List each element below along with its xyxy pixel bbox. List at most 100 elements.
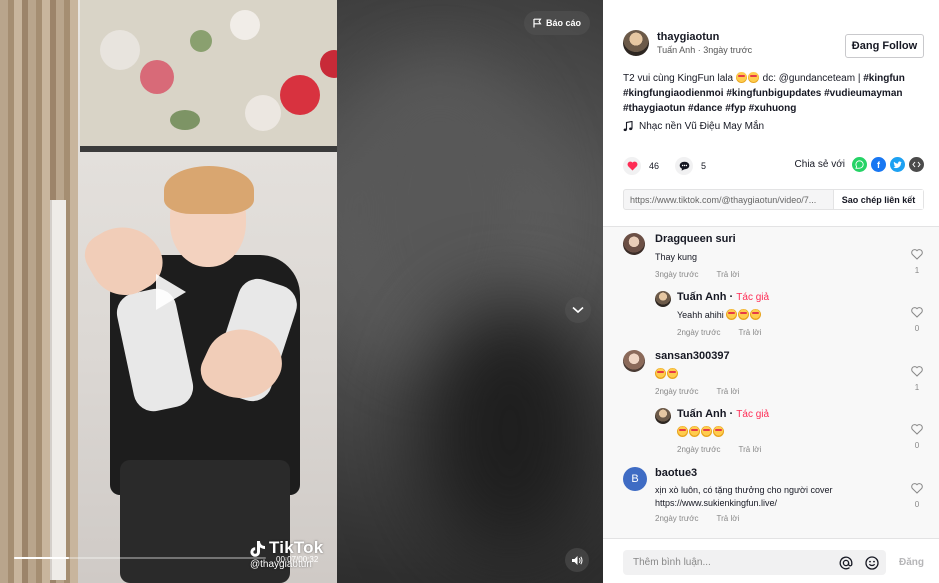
comment-time: 2ngày trước	[677, 445, 721, 454]
report-button[interactable]: Báo cáo	[524, 11, 590, 35]
tiktok-watermark: TikTok @thaygiaotun	[250, 538, 323, 570]
author-badge: Tác giả	[736, 292, 770, 303]
music-info[interactable]: Nhạc nền Vũ Điệu May Mắn	[623, 121, 764, 132]
reply-button[interactable]: Trả lời	[717, 514, 740, 523]
smile-icon[interactable]	[865, 556, 879, 570]
twitter-icon[interactable]	[890, 157, 905, 172]
smile-emoji-icon	[701, 426, 712, 437]
caption-text: T2 vui cùng KingFun lala	[623, 73, 734, 84]
comment-username[interactable]: Dragqueen suri	[655, 233, 739, 245]
reply-button[interactable]: Trả lời	[717, 387, 740, 396]
music-note-icon	[623, 121, 633, 132]
comment-username[interactable]: Tuấn Anh	[677, 291, 727, 303]
play-icon[interactable]	[150, 270, 190, 314]
hashtag-link[interactable]: #kingfunbigupdates	[726, 88, 821, 99]
avatar[interactable]	[623, 233, 645, 255]
comment-like-button[interactable]: 0	[909, 305, 925, 333]
wall-molding	[50, 200, 66, 580]
comment-like-count: 1	[914, 383, 920, 392]
reply-button[interactable]: Trả lời	[717, 270, 740, 279]
volume-button[interactable]	[565, 548, 589, 572]
avatar[interactable]	[655, 408, 671, 424]
author-info[interactable]: thaygiaotun Tuấn Anh · 3ngày trước	[623, 30, 752, 56]
following-button[interactable]: Đang Follow	[845, 34, 924, 58]
video-link-text[interactable]: https://www.tiktok.com/@thaygiaotun/vide…	[624, 190, 833, 209]
reply-button[interactable]: Trả lời	[739, 445, 762, 454]
smile-emoji-icon	[667, 368, 678, 379]
details-panel: thaygiaotun Tuấn Anh · 3ngày trước Đang …	[603, 0, 939, 583]
heart-outline-icon	[911, 366, 923, 377]
comment-like-button[interactable]: 1	[909, 247, 925, 275]
avatar[interactable]	[655, 291, 671, 307]
smile-emoji-icon	[735, 72, 747, 83]
author-username[interactable]: thaygiaotun	[657, 31, 752, 43]
hashtag-link[interactable]: #kingfungiaodienmoi	[623, 88, 724, 99]
caption-credit: dc: @gundanceteam |	[762, 73, 861, 84]
like-button[interactable]	[623, 157, 641, 175]
heart-outline-icon	[911, 307, 923, 318]
comment-button[interactable]	[675, 157, 694, 175]
at-icon[interactable]	[839, 556, 853, 570]
heart-outline-icon	[911, 249, 923, 260]
comment-text: Yeahh ahihi	[677, 310, 724, 320]
music-title: Nhạc nền Vũ Điệu May Mắn	[639, 121, 765, 132]
heart-outline-icon	[911, 424, 923, 435]
video-caption: T2 vui cùng KingFun lala dc: @gundancete…	[623, 71, 923, 116]
comment-list[interactable]: Dragqueen suri Thay kung 3ngày trước Trả …	[603, 226, 939, 538]
avatar[interactable]	[623, 30, 649, 56]
comment-like-count: 0	[914, 500, 920, 509]
comment-time: 3ngày trước	[655, 270, 699, 279]
whatsapp-icon[interactable]	[852, 157, 867, 172]
comment-text: Thay kung	[655, 252, 698, 262]
flag-icon	[533, 18, 542, 28]
smile-emoji-icon	[726, 309, 738, 320]
comment-time: 2ngày trước	[677, 328, 721, 337]
comment-username[interactable]: sansan300397	[655, 350, 739, 362]
comment-count: 5	[701, 161, 707, 171]
comment-text: xịn xò luôn, có tặng thưởng cho người co…	[655, 485, 833, 495]
heart-outline-icon	[911, 483, 923, 494]
smile-emoji-icon	[750, 309, 762, 320]
copy-link-button[interactable]: Sao chép liên kết	[833, 190, 923, 209]
comment-like-button[interactable]: 0	[909, 481, 925, 509]
comment-username[interactable]: Tuấn Anh	[677, 408, 727, 420]
progress-bar[interactable]	[14, 557, 266, 559]
share-label: Chia sẻ với	[794, 159, 845, 170]
like-count: 46	[649, 161, 660, 171]
author-badge: Tác giả	[736, 409, 770, 420]
hashtag-link[interactable]: #thaygiaotun	[623, 103, 685, 114]
hashtag-link[interactable]: #kingfun	[863, 73, 905, 84]
curtain-image	[0, 0, 78, 583]
report-label: Báo cáo	[545, 18, 581, 28]
avatar[interactable]: B	[623, 467, 647, 491]
time-readout: 00:07/00:32	[276, 555, 319, 564]
comment-time: 2ngày trước	[655, 514, 699, 523]
embed-icon[interactable]	[909, 157, 924, 172]
smile-emoji-icon	[738, 309, 750, 320]
comment-time: 2ngày trước	[655, 387, 699, 396]
hashtag-link[interactable]: #xuhuong	[749, 103, 797, 114]
share-options: Chia sẻ với f	[795, 157, 924, 172]
smile-emoji-icon	[713, 426, 724, 437]
reply-button[interactable]: Trả lời	[739, 328, 762, 337]
post-comment-button[interactable]: Đăng	[899, 557, 924, 568]
next-video-button[interactable]	[565, 297, 591, 323]
hashtag-link[interactable]: #vudieumayman	[824, 88, 902, 99]
comment-like-button[interactable]: 0	[909, 422, 925, 450]
hashtag-link[interactable]: #fyp	[725, 103, 746, 114]
video-frame[interactable]: TikTok @thaygiaotun 00:07/00:32	[0, 0, 337, 583]
comment-like-button[interactable]: 1	[909, 364, 925, 392]
smile-emoji-icon	[677, 426, 688, 437]
comment-link[interactable]: https://www.sukienkingfun.live/	[655, 498, 777, 508]
facebook-icon[interactable]: f	[871, 157, 886, 172]
comment-username[interactable]: baotue3	[655, 467, 832, 479]
hashtag-link[interactable]: #dance	[688, 103, 722, 114]
dancer-hair	[164, 166, 254, 214]
avatar[interactable]	[623, 350, 645, 372]
video-link-box: https://www.tiktok.com/@thaygiaotun/vide…	[623, 189, 924, 210]
post-time: 3ngày trước	[703, 45, 753, 55]
comment-like-count: 1	[914, 266, 920, 275]
engagement-stats: 46 5	[623, 157, 722, 175]
comment-reply-item: Tuấn Anh · Tác giả 2ngày trước Trả lời 0	[655, 408, 923, 460]
video-player[interactable]: TikTok @thaygiaotun 00:07/00:32 Báo cáo	[0, 0, 603, 583]
